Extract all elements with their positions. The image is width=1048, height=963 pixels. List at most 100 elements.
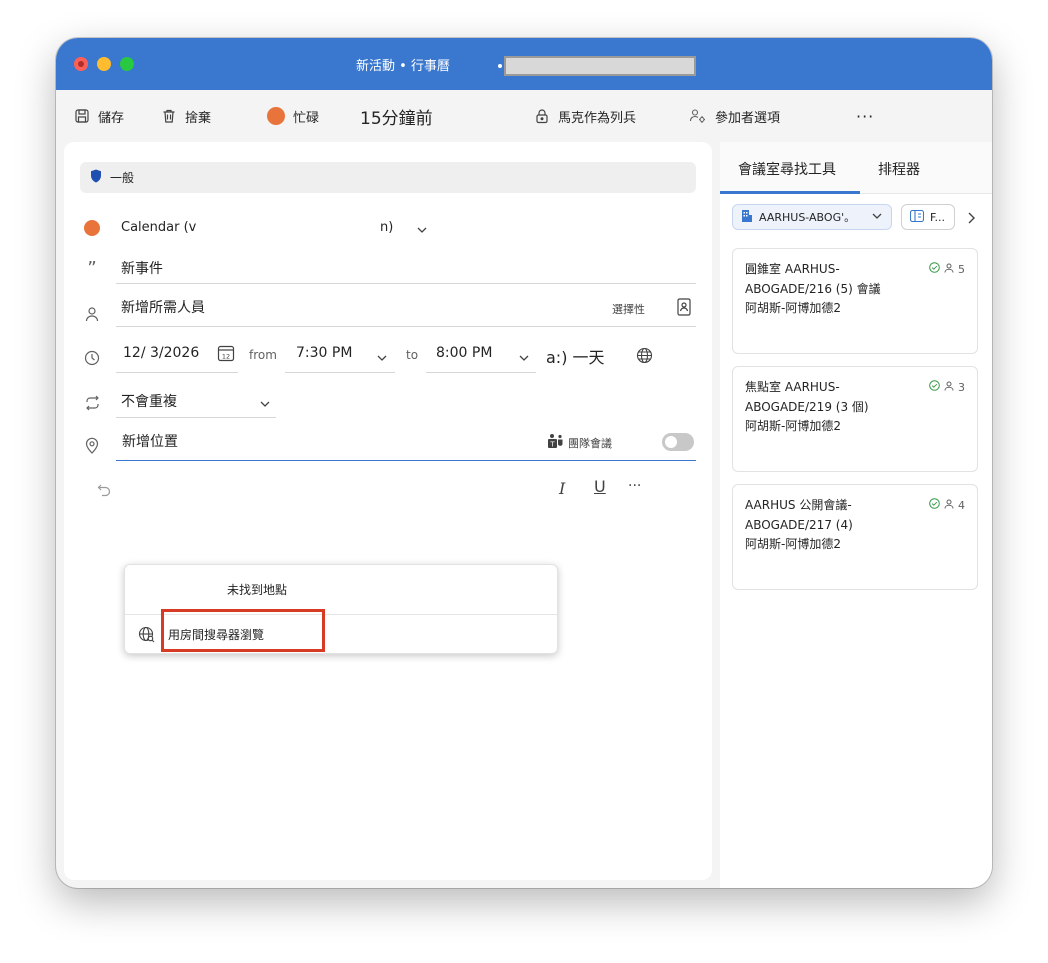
category-bar[interactable]: 一般: [80, 162, 696, 193]
location-underline: [116, 460, 696, 461]
undo-icon[interactable]: [97, 482, 111, 501]
attendee-options-button[interactable]: 參加者選項: [689, 90, 780, 142]
side-panel: 會議室尋找工具 排程器 AARHUS-ABOG'。 F... 圓錐室 AARHU…: [720, 142, 992, 888]
tab-scheduler[interactable]: 排程器: [878, 159, 920, 179]
svg-text:T: T: [549, 441, 555, 449]
redacted-account-label: [504, 56, 696, 76]
calendar-name[interactable]: Calendar (v: [121, 220, 196, 235]
discard-label: 捨棄: [185, 110, 212, 126]
calendar-name-suffix: n): [380, 220, 394, 235]
to-label: to: [406, 348, 419, 362]
minimize-window-button[interactable]: [97, 57, 111, 71]
end-time-select[interactable]: 8:00 PM: [436, 345, 492, 361]
floor-filter-label: F...: [930, 210, 946, 224]
shield-icon: [90, 169, 102, 186]
building-filter[interactable]: AARHUS-ABOG'。: [732, 204, 892, 230]
title-underline: [116, 283, 696, 284]
globe-icon[interactable]: [636, 347, 653, 368]
attendees-row: 新增所需人員 選擇性: [64, 292, 712, 328]
underline-icon[interactable]: U: [594, 477, 606, 496]
chevron-down-icon[interactable]: [376, 349, 388, 368]
location-pin-icon: [82, 435, 102, 455]
discard-button[interactable]: 捨棄: [161, 90, 211, 142]
event-form: 一般 Calendar (v n) ” 新事件 新增所需人員 選擇性 12/ 3…: [64, 142, 712, 880]
room-card[interactable]: AARHUS 公開會議-ABOGADE/217 (4) 阿胡斯-阿博加德2 4: [732, 484, 978, 590]
tab-room-finder[interactable]: 會議室尋找工具: [738, 159, 836, 179]
reminder-button[interactable]: 15分鐘前: [360, 90, 433, 142]
building-filter-label: AARHUS-ABOG'。: [759, 211, 856, 224]
location-input[interactable]: 新增位置: [122, 431, 178, 451]
attendees-input[interactable]: 新增所需人員: [121, 297, 205, 317]
recurrence-select[interactable]: 不會重複: [121, 391, 177, 411]
title-row: ” 新事件: [64, 252, 712, 284]
room-card[interactable]: 圓錐室 AARHUS-ABOGADE/216 (5) 會議 阿胡斯-阿博加德2 …: [732, 248, 978, 354]
room-name: AARHUS 公開會議-ABOGADE/217 (4): [745, 498, 853, 532]
more-format-icon[interactable]: ···: [628, 478, 641, 494]
teams-meeting-label: 團隊會議: [568, 437, 612, 450]
people-icon: [944, 499, 954, 512]
chevron-right-icon[interactable]: [966, 210, 976, 229]
room-capacity: 3: [929, 380, 965, 394]
date-underline: [116, 372, 238, 373]
close-window-button[interactable]: [74, 57, 88, 71]
private-label: 馬克作為列兵: [558, 110, 637, 126]
room-location: 阿胡斯-阿博加德2: [745, 419, 841, 433]
capacity-count: 3: [958, 380, 965, 394]
save-label: 儲存: [98, 110, 125, 126]
busy-status-dot: [267, 107, 285, 125]
location-row: 新增位置 T 團隊會議: [64, 428, 712, 464]
title-separator-dot: [498, 64, 502, 68]
end-time-underline: [426, 372, 536, 373]
svg-text:12: 12: [222, 352, 230, 360]
chevron-down-icon: [871, 210, 883, 225]
floor-plan-icon: [909, 209, 925, 225]
available-check-icon: [929, 262, 940, 276]
category-label: 一般: [110, 171, 135, 185]
mark-private-button[interactable]: 馬克作為列兵: [534, 90, 636, 142]
chevron-down-icon[interactable]: [518, 349, 530, 368]
start-time-select[interactable]: 7:30 PM: [296, 345, 352, 361]
room-card[interactable]: 焦點室 AARHUS-ABOGADE/219 (3 個) 阿胡斯-阿博加德2 3: [732, 366, 978, 472]
chevron-down-icon[interactable]: [416, 221, 428, 240]
attendee-options-label: 參加者選項: [715, 110, 781, 126]
all-day-toggle[interactable]: a:) 一天: [546, 344, 605, 368]
chevron-down-icon[interactable]: [259, 395, 271, 414]
start-date-input[interactable]: 12/ 3/2026: [123, 345, 199, 361]
globe-search-icon: [138, 626, 155, 647]
available-check-icon: [929, 498, 940, 512]
calendar-picker-icon[interactable]: 12: [217, 344, 235, 366]
maximize-window-button[interactable]: [120, 57, 134, 71]
optional-attendees-button[interactable]: 選擇性: [612, 301, 645, 317]
room-location: 阿胡斯-阿博加德2: [745, 537, 841, 551]
person-icon: [82, 304, 102, 324]
teams-meeting-toggle[interactable]: [662, 433, 694, 451]
no-results-message: 未找到地點: [227, 583, 288, 597]
window-title: 新活動 • 行事曆: [356, 59, 450, 74]
room-location: 阿胡斯-阿博加德2: [745, 301, 841, 315]
attendees-underline: [116, 326, 696, 327]
room-name: 焦點室 AARHUS-ABOGADE/219 (3 個): [745, 380, 869, 414]
side-panel-tabs: 會議室尋找工具 排程器: [720, 142, 992, 194]
clock-icon: [82, 348, 102, 368]
recurrence-row: 不會重複: [64, 388, 712, 420]
available-check-icon: [929, 380, 940, 394]
show-as-busy-button[interactable]: 忙碌: [267, 90, 319, 142]
busy-label: 忙碌: [293, 110, 320, 126]
lock-icon: [534, 108, 550, 124]
title-input[interactable]: 新事件: [121, 258, 163, 278]
room-capacity: 5: [929, 262, 965, 276]
contact-card-icon[interactable]: [677, 298, 691, 320]
room-capacity: 4: [929, 498, 965, 512]
italic-icon[interactable]: I: [559, 479, 565, 498]
people-settings-icon: [689, 108, 707, 124]
save-icon: [74, 108, 90, 124]
capacity-count: 4: [958, 498, 965, 512]
active-tab-indicator: [720, 191, 860, 194]
calendar-color-icon: [82, 218, 102, 238]
repeat-icon: [82, 393, 102, 413]
trash-icon: [161, 108, 177, 124]
more-options-button[interactable]: ···: [856, 90, 874, 142]
floor-filter[interactable]: F...: [901, 204, 955, 230]
people-icon: [944, 381, 954, 394]
save-button[interactable]: 儲存: [74, 90, 124, 142]
